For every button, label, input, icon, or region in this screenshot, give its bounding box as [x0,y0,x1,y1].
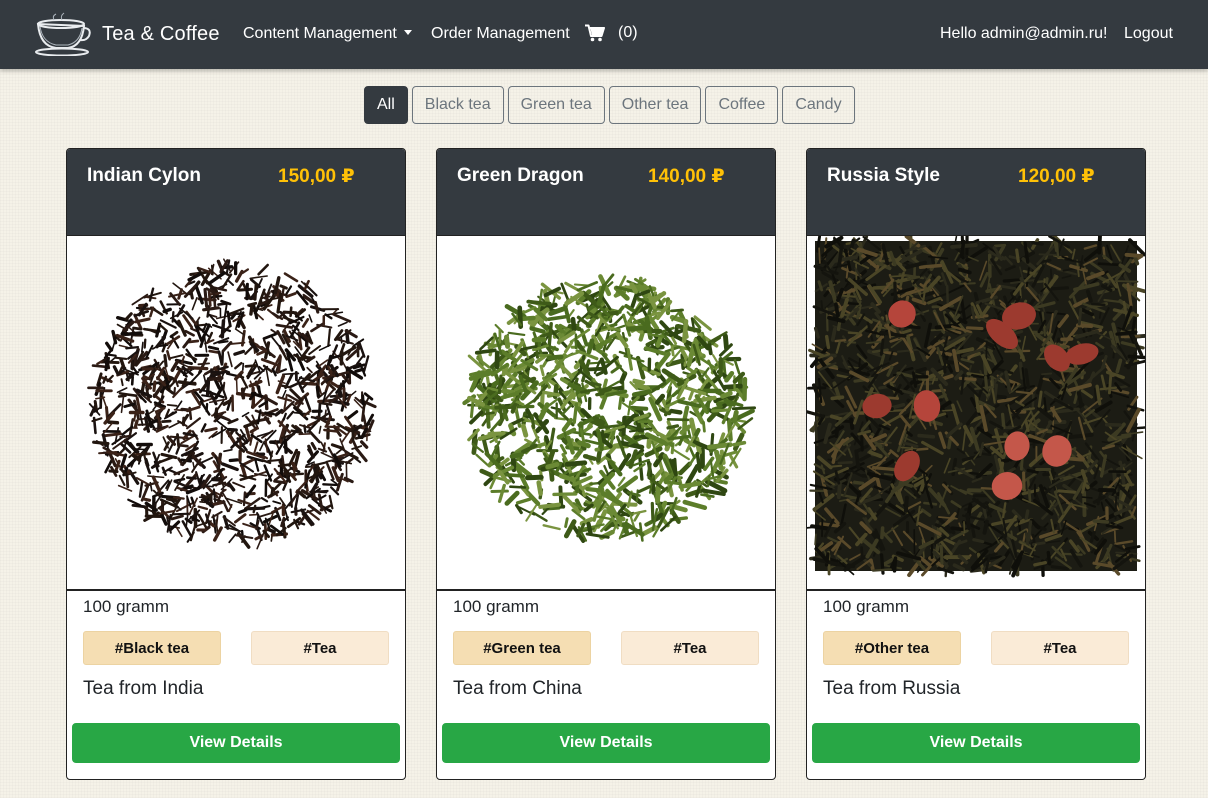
cart-link[interactable]: (0) [585,24,638,42]
product-weight: 100 gramm [453,597,539,616]
product-card: Russia Style 120,00 ₽ 100 gramm #Other t… [806,148,1146,780]
filter-black-tea-button[interactable]: Black tea [411,86,504,124]
product-name: Russia Style [827,165,940,186]
product-image[interactable] [437,236,775,591]
product-name: Green Dragon [457,165,584,186]
product-image[interactable] [67,236,405,591]
brand-link[interactable]: Tea & Coffee [34,12,220,56]
product-price: 150,00 ₽ [278,166,355,187]
product-card-header: Indian Cylon 150,00 ₽ [67,149,405,236]
filter-other-tea-button[interactable]: Other tea [608,86,702,124]
black-tea-leaves-image [87,258,377,550]
brand-name: Tea & Coffee [102,22,220,45]
product-price: 120,00 ₽ [1018,166,1095,187]
shopping-cart-icon [585,24,605,42]
product-description: Tea from Russia [823,678,961,699]
user-greeting: Hello admin@admin.ru! [940,25,1108,42]
view-details-button[interactable]: View Details [442,723,770,763]
content-management-dropdown[interactable]: Content Management [243,25,412,43]
product-card: Indian Cylon 150,00 ₽ 100 gramm #Black t… [66,148,406,780]
product-price: 140,00 ₽ [648,166,725,187]
logout-link[interactable]: Logout [1124,25,1173,43]
category-filter-group: All Black tea Green tea Other tea Coffee… [364,86,855,124]
view-details-button[interactable]: View Details [812,723,1140,763]
content-management-label: Content Management [243,25,397,42]
product-description: Tea from India [83,678,204,699]
product-weight: 100 gramm [83,597,169,616]
product-card: Green Dragon 140,00 ₽ 100 gramm #Green t… [436,148,776,780]
product-image[interactable] [807,236,1145,591]
filter-green-tea-button[interactable]: Green tea [507,86,605,124]
order-management-link[interactable]: Order Management [431,25,570,43]
product-card-header: Green Dragon 140,00 ₽ [437,149,775,236]
top-navbar: Tea & Coffee Content Management Order Ma… [0,0,1208,69]
filter-candy-button[interactable]: Candy [782,86,855,124]
view-details-button[interactable]: View Details [72,723,400,763]
product-description: Tea from China [453,678,582,699]
filter-coffee-button[interactable]: Coffee [705,86,779,124]
filter-all-button[interactable]: All [364,86,408,124]
product-name: Indian Cylon [87,165,201,186]
product-tag[interactable]: #Tea [621,631,759,665]
caret-down-icon [403,30,412,35]
rosehip-tea-leaves-image [807,236,1145,578]
teacup-logo-icon [35,12,91,56]
product-tag[interactable]: #Black tea [83,631,221,665]
green-tea-leaves-image [462,273,757,543]
product-tag[interactable]: #Tea [251,631,389,665]
product-tag[interactable]: #Green tea [453,631,591,665]
cart-count: (0) [618,24,638,41]
product-card-header: Russia Style 120,00 ₽ [807,149,1145,236]
product-tag[interactable]: #Other tea [823,631,961,665]
product-tag[interactable]: #Tea [991,631,1129,665]
product-weight: 100 gramm [823,597,909,616]
